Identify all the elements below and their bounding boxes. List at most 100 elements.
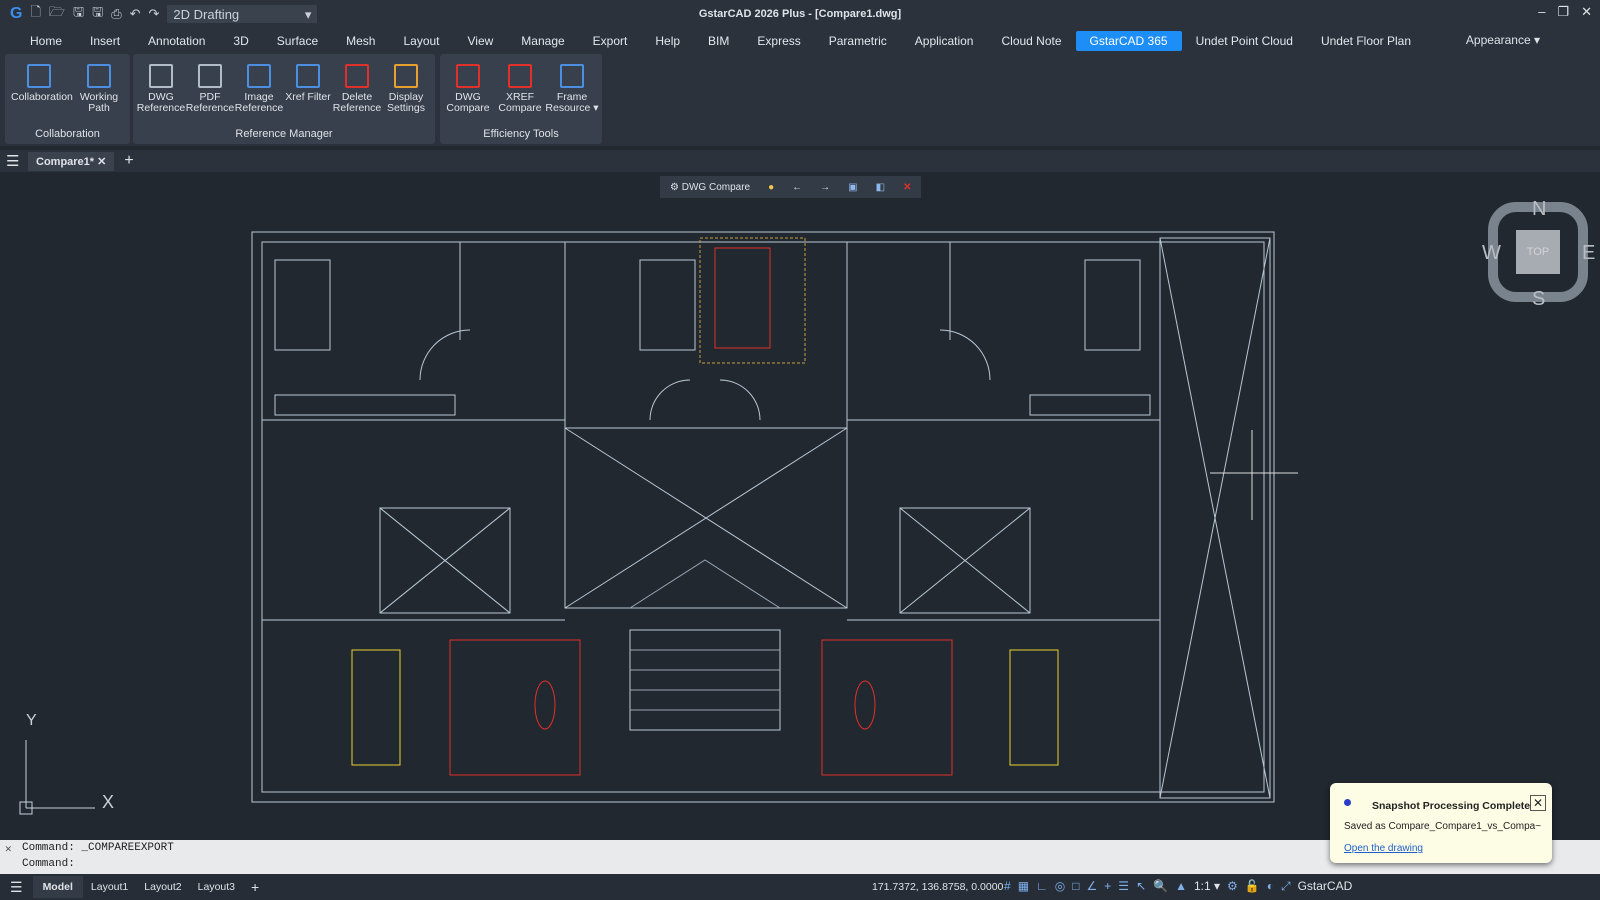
save-as-icon[interactable]: 🖫 [92,3,103,25]
next-arrow-icon[interactable]: → [820,182,830,193]
menu-3d[interactable]: 3D [219,31,262,51]
menu-surface[interactable]: Surface [263,31,332,51]
save-icon[interactable]: 🖫 [73,3,84,25]
zoom-icon[interactable]: 🔍 [1153,879,1168,894]
menu-undet-point-cloud[interactable]: Undet Point Cloud [1182,31,1307,51]
lock-icon[interactable]: 🔓 [1245,879,1260,894]
menu-bim[interactable]: BIM [694,31,743,51]
lineweight-icon[interactable]: ☰ [1118,879,1129,894]
menu-help[interactable]: Help [641,31,694,51]
menu-gstarcad-365[interactable]: GstarCAD 365 [1075,31,1182,51]
snap-icon[interactable]: ▦ [1018,879,1029,894]
menu-mesh[interactable]: Mesh [332,31,389,51]
title-bar: G 🗋 🗁 🖫 🖫 ⎙ ↶ ↷ 2D Drafting ▾ GstarCAD 20… [0,0,1600,28]
isolate-icon[interactable]: ◐ [1267,879,1274,894]
panel-reference-manager: Reference Manager DWG Reference PDF Refer… [133,54,435,144]
close-toast-icon[interactable]: ✕ [1530,795,1546,811]
osnap-icon[interactable]: □ [1072,879,1079,894]
menu-cloud-note[interactable]: Cloud Note [987,31,1075,51]
panel-title: Reference Manager [235,128,333,140]
ortho-icon[interactable]: ∟ [1036,879,1048,894]
tool-button[interactable]: Delete Reference [329,64,385,114]
tab-layout3[interactable]: Layout3 [190,881,243,893]
lightbulb-icon[interactable]: ● [768,182,774,193]
working-path-button[interactable]: Working Path [71,64,127,114]
new-icon[interactable]: 🗋 [30,3,40,25]
snapshot-icon[interactable]: ▣ [848,182,857,193]
compass-north[interactable]: N [1532,198,1546,221]
viewcube-top[interactable]: TOP [1516,230,1560,274]
tool-icon [456,64,480,88]
menu-icon[interactable]: ☰ [0,879,33,896]
tab-layout2[interactable]: Layout2 [136,881,189,893]
close-cmd-icon[interactable]: ✕ [5,842,12,856]
minimize-icon[interactable]: – [1538,4,1545,20]
compass-south[interactable]: S [1532,288,1545,311]
workspace-icon[interactable]: ⚙ [1227,879,1238,894]
previous-arrow-icon[interactable]: ← [792,182,802,193]
close-tab-icon[interactable]: ✕ [97,156,106,168]
tab-model[interactable]: Model [32,876,83,898]
add-layout-icon[interactable]: + [243,879,267,895]
menu-icon[interactable]: ☰ [6,152,19,170]
app-logo-icon[interactable]: G [10,5,22,23]
export-icon[interactable]: ◧ [876,182,885,193]
tool-button[interactable]: Frame Resource ▾ [544,64,600,114]
compass-west[interactable]: W [1482,242,1501,265]
notification-toast: Snapshot Processing Complete ✕ Saved as … [1330,783,1552,863]
restore-icon[interactable]: ❐ [1557,4,1569,20]
menu-annotation[interactable]: Annotation [134,31,219,51]
otrack-icon[interactable]: ∠ [1087,879,1098,894]
settings-icon[interactable]: ⚙ DWG Compare [670,182,750,193]
menu-undet-floor-plan[interactable]: Undet Floor Plan [1307,31,1425,51]
tool-label: Xref Filter [285,91,331,103]
tool-button[interactable]: DWG Compare [440,64,496,114]
dyn-icon[interactable]: + [1104,879,1111,894]
tool-button[interactable]: XREF Compare [492,64,548,114]
new-tab-icon[interactable]: + [124,152,133,170]
menu-bar: Home Insert Annotation 3D Surface Mesh Layout V… [0,28,1600,54]
menu-layout[interactable]: Layout [389,31,453,51]
collaboration-button[interactable]: Collaboration [11,64,73,103]
close-compare-icon[interactable]: ✕ [903,182,911,193]
tool-label: Delete Reference [332,91,382,114]
menu-insert[interactable]: Insert [76,31,134,51]
tool-icon [198,64,222,88]
polar-icon[interactable]: ◎ [1055,879,1065,894]
menu-express[interactable]: Express [743,31,814,51]
tool-button[interactable]: PDF Reference [182,64,238,114]
open-drawing-link[interactable]: Open the drawing [1344,843,1423,854]
tool-button[interactable]: DWG Reference [133,64,189,114]
fullscreen-icon[interactable]: ⤢ [1281,879,1291,894]
app-name: GstarCAD [1297,879,1353,893]
menu-export[interactable]: Export [579,31,642,51]
panel-efficiency-tools: Efficiency Tools DWG Compare XREF Compare… [440,54,602,144]
compass-east[interactable]: E [1582,242,1595,265]
menu-view[interactable]: View [454,31,508,51]
menu-application[interactable]: Application [901,31,988,51]
menu-manage[interactable]: Manage [507,31,578,51]
selection-icon[interactable]: ↖ [1136,879,1146,894]
tool-icon [560,64,584,88]
workspace-select[interactable]: 2D Drafting ▾ [167,5,318,23]
appearance-menu[interactable]: Appearance ▾ [1466,33,1540,47]
menu-home[interactable]: Home [16,31,76,51]
annotation-icon[interactable]: ▲ [1175,879,1187,894]
tab-layout1[interactable]: Layout1 [83,881,136,893]
tab-compare1[interactable]: Compare1* ✕ [28,151,115,171]
grid-icon[interactable]: # [1004,879,1011,894]
annotation-scale[interactable]: 1:1 ▾ [1194,879,1220,894]
redo-icon[interactable]: ↷ [149,6,160,22]
tool-button[interactable]: Image Reference [231,64,287,114]
viewcube[interactable]: TOP N S W E [1482,198,1595,310]
tool-label: Display Settings [387,91,425,114]
tool-button[interactable]: Display Settings [378,64,434,114]
undo-icon[interactable]: ↶ [130,6,141,22]
menu-parametric[interactable]: Parametric [815,31,901,51]
tool-button[interactable]: Xref Filter [280,64,336,103]
print-icon[interactable]: ⎙ [111,6,121,22]
status-bar: ☰ Model Layout1 Layout2 Layout3 + 171.73… [0,874,1600,900]
open-icon[interactable]: 🗁 [49,3,65,25]
close-icon[interactable]: ✕ [1581,4,1592,20]
drawing-canvas[interactable]: Y X TOP N S W E [0,172,1600,838]
